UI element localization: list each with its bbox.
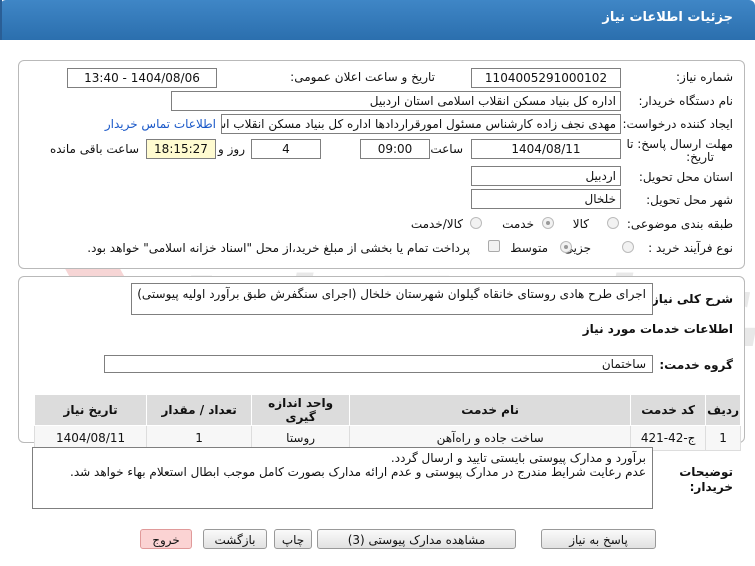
- col-service-name: نام خدمت: [349, 394, 632, 426]
- col-need-date: تاریخ نیاز: [33, 394, 148, 426]
- announce-datetime-label: تاریخ و ساعت اعلان عمومی:: [290, 70, 435, 84]
- days-remaining-field: 4: [251, 139, 321, 159]
- buyer-notes-label: توضیحات: [679, 465, 733, 479]
- exit-button[interactable]: خروج: [140, 529, 192, 549]
- province-field: اردبیل: [471, 166, 621, 186]
- buyer-notes-line-1: برآورد و مدارک پیوستی بایستی تایید و ارس…: [390, 451, 646, 465]
- deadline-time-field: 09:00: [360, 139, 430, 159]
- buyer-notes-line-2: عدم رعایت شرایط مندرج در مدارک پیوستی و …: [70, 465, 646, 479]
- process-type-label: نوع فرآیند خرید :: [648, 241, 733, 255]
- process-radio-minor[interactable]: [622, 241, 634, 253]
- need-number-field: 1104005291000102: [471, 68, 621, 88]
- category-option-goods-service: کالا/خدمت: [410, 217, 463, 231]
- buyer-org-field: اداره کل بنیاد مسکن انقلاب اسلامی استان …: [171, 91, 621, 111]
- cell-row: 1: [705, 425, 741, 451]
- province-label: استان محل تحویل:: [638, 170, 733, 184]
- service-group-field: ساختمان: [104, 355, 653, 373]
- category-option-service: خدمت: [502, 217, 534, 231]
- buyer-notes-label-2: خریدار:: [689, 480, 733, 494]
- description-label: شرح کلی نیاز:: [647, 292, 733, 306]
- announce-datetime-field: 1404/08/06 - 13:40: [67, 68, 217, 88]
- col-service-code: کد خدمت: [630, 394, 707, 426]
- category-label: طبقه بندی موضوعی:: [626, 217, 733, 231]
- service-group-label: گروه خدمت:: [659, 358, 733, 372]
- col-unit: واحد اندازه گیری: [251, 394, 351, 426]
- title-bar: جزئیات اطلاعات نیاز: [0, 0, 755, 40]
- remaining-time-field: 18:15:27: [146, 139, 216, 159]
- services-table: ردیف کد خدمت نام خدمت واحد اندازه گیری ت…: [33, 394, 741, 451]
- view-attachments-button[interactable]: مشاهده مدارک پیوستی (3): [317, 529, 516, 549]
- process-option-medium: متوسط: [510, 241, 548, 255]
- buyer-notes-textarea: برآورد و مدارک پیوستی بایستی تایید و ارس…: [32, 447, 653, 509]
- deadline-time-label: ساعت: [430, 142, 463, 156]
- treasury-payment-checkbox[interactable]: [488, 240, 500, 252]
- deadline-label-date: تاریخ:: [686, 150, 714, 164]
- creator-field: مهدی نجف زاده کارشناس مسئول امورقرارداده…: [221, 114, 621, 134]
- process-radio-medium[interactable]: [560, 241, 572, 253]
- print-button[interactable]: چاپ: [274, 529, 312, 549]
- back-button[interactable]: بازگشت: [203, 529, 267, 549]
- city-label: شهر محل تحویل:: [646, 193, 733, 207]
- col-quantity: تعداد / مقدار: [146, 394, 253, 426]
- reply-button[interactable]: پاسخ به نیاز: [541, 529, 656, 549]
- buyer-contact-link[interactable]: اطلاعات تماس خریدار: [105, 117, 216, 131]
- need-number-label: شماره نیاز:: [676, 70, 733, 84]
- days-label: روز و: [218, 142, 245, 156]
- creator-label: ایجاد کننده درخواست:: [622, 117, 733, 131]
- col-row: ردیف: [705, 394, 741, 426]
- category-radio-goods-service[interactable]: [470, 217, 482, 229]
- category-option-goods: کالا: [572, 217, 589, 231]
- city-field: خلخال: [471, 189, 621, 209]
- category-radio-goods[interactable]: [607, 217, 619, 229]
- deadline-date-field: 1404/08/11: [471, 139, 621, 159]
- services-section-title: اطلاعات خدمات مورد نیاز: [582, 322, 733, 336]
- treasury-payment-note: پرداخت تمام یا بخشی از مبلغ خرید،از محل …: [87, 241, 470, 255]
- description-textarea: اجرای طرح هادی روستای خانقاه گیلوان شهرس…: [131, 283, 653, 315]
- remaining-time-label: ساعت باقی مانده: [49, 142, 139, 156]
- deadline-label: مهلت ارسال پاسخ: تا: [626, 137, 733, 151]
- services-table-header: ردیف کد خدمت نام خدمت واحد اندازه گیری ت…: [33, 394, 741, 426]
- page-title: جزئیات اطلاعات نیاز: [602, 10, 733, 25]
- category-radio-service[interactable]: [542, 217, 554, 229]
- buyer-org-label: نام دستگاه خریدار:: [638, 94, 734, 108]
